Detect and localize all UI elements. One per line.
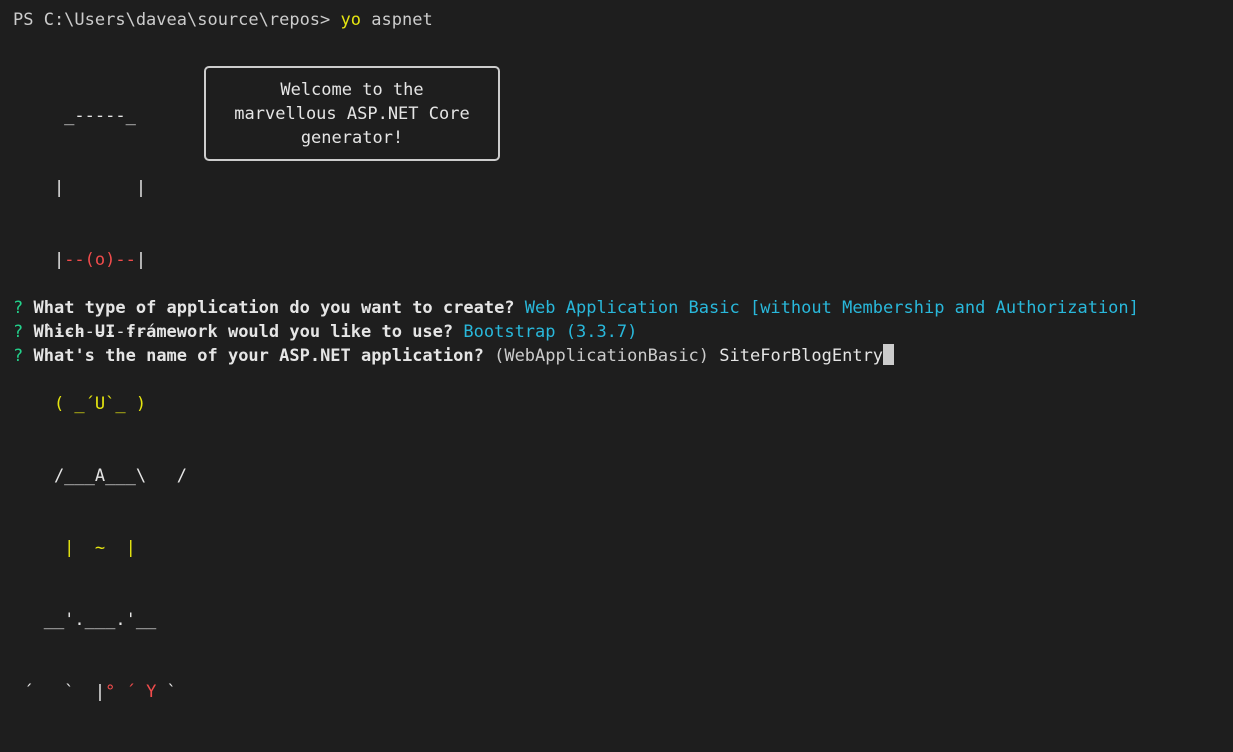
ascii-row: |--(o)--|: [13, 250, 147, 270]
question-ui-framework: ? Which UI framework would you like to u…: [13, 320, 637, 344]
ascii-row: ´ ` |° ´ Y `: [13, 682, 177, 702]
command-name: yo: [340, 10, 362, 30]
text-cursor: [883, 344, 895, 365]
welcome-line: Welcome to the: [280, 79, 424, 100]
question-marker: ?: [13, 346, 24, 366]
question-answer: Web Application Basic [without Membershi…: [524, 298, 1139, 318]
ascii-row: /___A___\ /: [13, 466, 187, 486]
question-marker: ?: [13, 298, 24, 318]
question-answer: Bootstrap (3.3.7): [463, 322, 638, 342]
question-text: What's the name of your ASP.NET applicat…: [33, 346, 484, 366]
ascii-row: | ~ |: [13, 538, 136, 558]
question-marker: ?: [13, 322, 24, 342]
app-name-input[interactable]: SiteForBlogEntry: [719, 346, 883, 366]
question-text: What type of application do you want to …: [33, 298, 515, 318]
terminal-window[interactable]: PS C:\Users\davea\source\repos> yo aspne…: [0, 0, 1233, 702]
question-app-name: ? What's the name of your ASP.NET applic…: [13, 344, 895, 368]
yeoman-ascii-art: _-----_ | | |--(o)--| `---------´ ( _´U`…: [13, 56, 187, 752]
command-args: aspnet: [371, 10, 433, 30]
question-text: Which UI framework would you like to use…: [33, 322, 454, 342]
welcome-speech-bubble: Welcome to the marvellous ASP.NET Core g…: [204, 66, 500, 161]
ascii-row: | |: [13, 178, 147, 198]
welcome-line: generator!: [300, 127, 404, 148]
prompt-line: PS C:\Users\davea\source\repos> yo aspne…: [13, 8, 433, 32]
ascii-row: _-----_: [13, 106, 136, 126]
welcome-line: marvellous ASP.NET Core: [234, 103, 470, 124]
ascii-row: ( _´U`_ ): [13, 394, 147, 414]
question-app-type: ? What type of application do you want t…: [13, 296, 1139, 320]
prompt-path: PS C:\Users\davea\source\repos>: [13, 10, 331, 30]
ascii-row: __'.___.'__: [13, 610, 157, 630]
question-default: (WebApplicationBasic): [494, 346, 710, 366]
